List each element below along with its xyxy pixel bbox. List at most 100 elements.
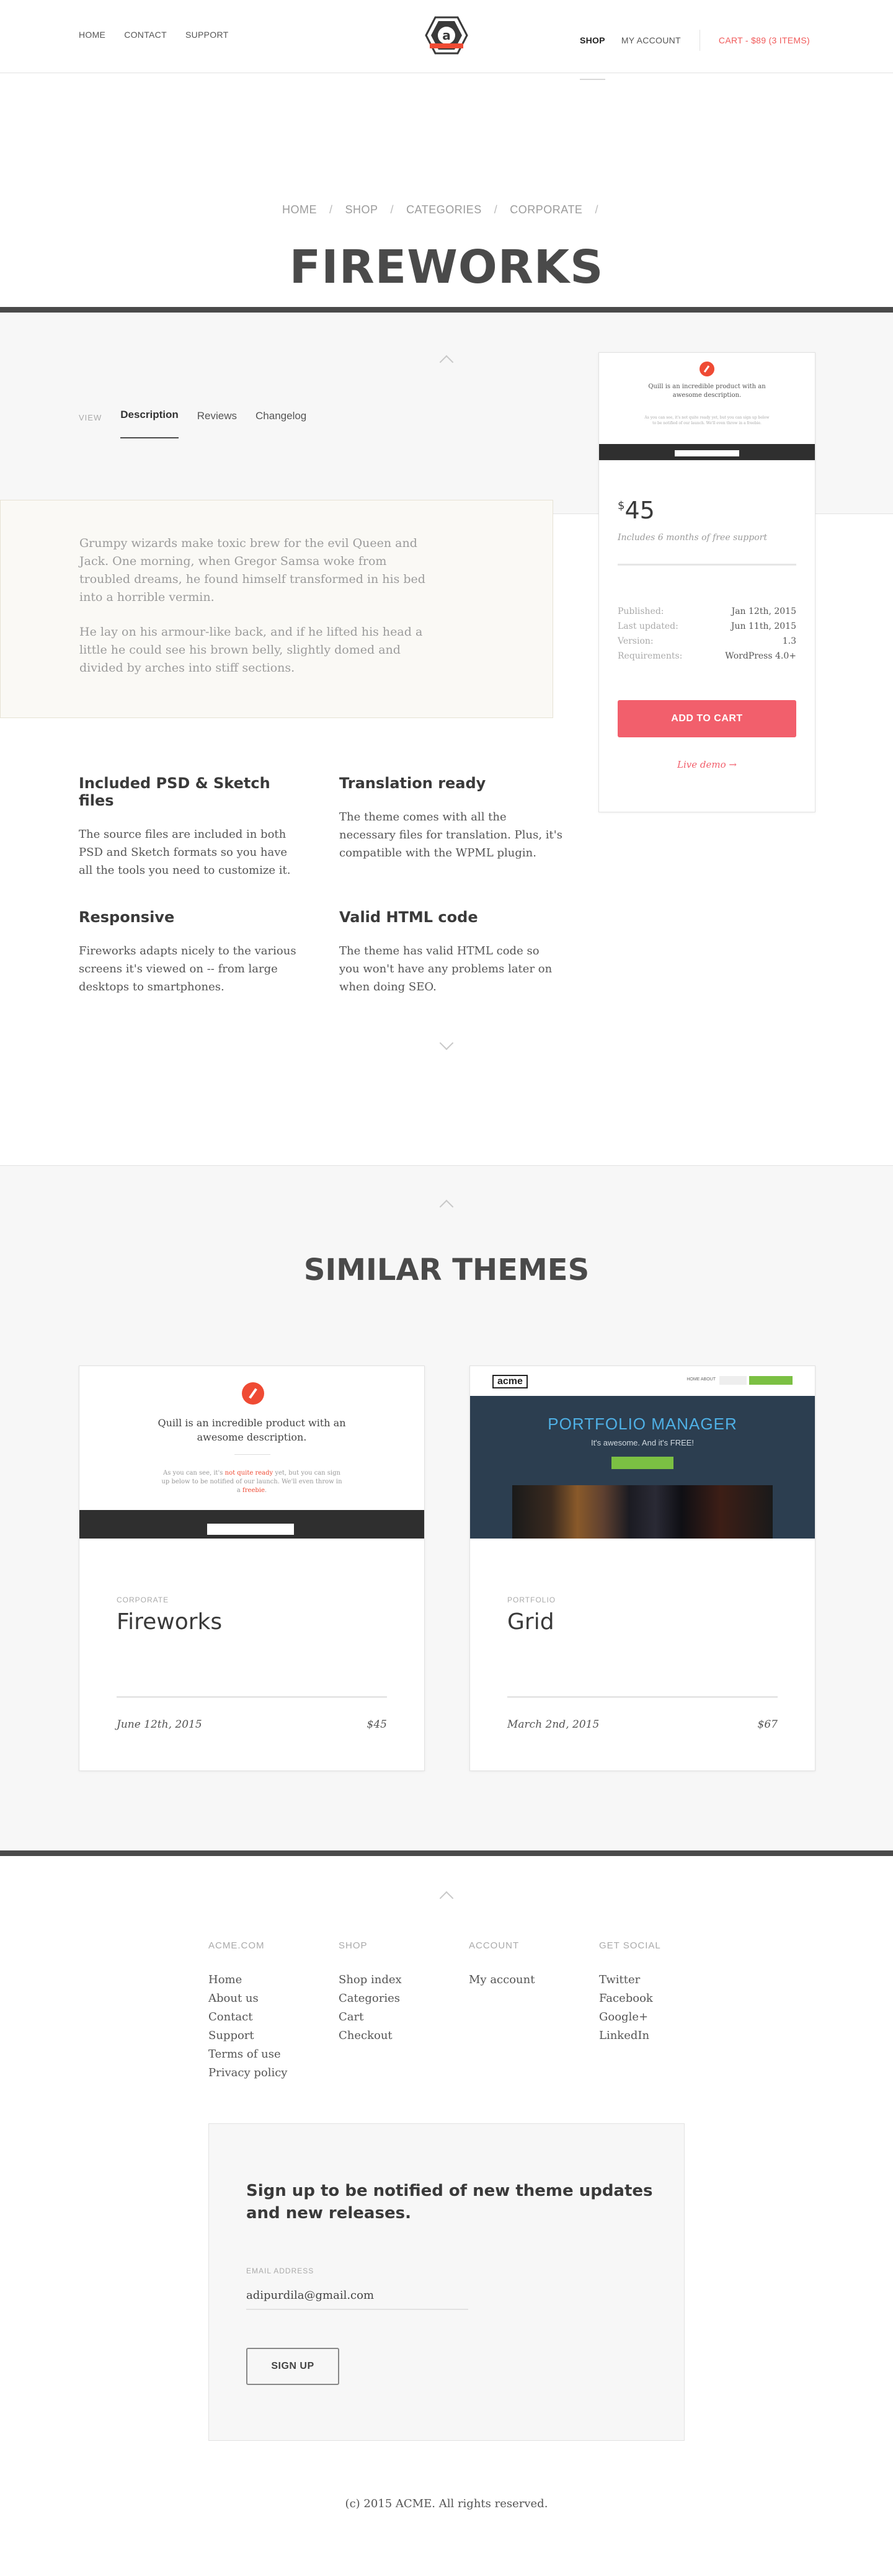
theme-screenshot: Quill is an incredible product with an a… (79, 1366, 424, 1539)
screenshot-logo: acme (492, 1375, 528, 1388)
newsletter-signup: Sign up to be notified of new theme upda… (208, 2123, 685, 2441)
pen-icon (242, 1382, 264, 1405)
nav-my-account-link[interactable]: MY ACCOUNT (621, 35, 681, 45)
breadcrumb-categories[interactable]: CATEGORIES (406, 203, 482, 216)
meta-value: WordPress 4.0+ (725, 651, 796, 661)
product-meta: Published: Jan 12th, 2015 Last updated: Ju… (618, 604, 796, 664)
footer-link[interactable]: My account (469, 1971, 599, 1989)
breadcrumb-corporate[interactable]: CORPORATE (510, 203, 582, 216)
acme-logo-icon[interactable]: a (425, 16, 468, 55)
divider (618, 564, 796, 566)
email-label: EMAIL ADDRESS (246, 2267, 314, 2275)
screenshot-login (719, 1376, 747, 1385)
feature-item: Valid HTML code The theme has valid HTML… (339, 908, 562, 996)
chevron-up-icon[interactable] (439, 1891, 454, 1906)
footer-column-acme: ACME.COM Home About us Contact Support T… (208, 1940, 339, 2082)
chevron-up-icon[interactable] (439, 1199, 454, 1214)
meta-row: Last updated: Jun 11th, 2015 (618, 619, 796, 634)
meta-key: Published: (618, 606, 664, 616)
meta-key: Last updated: (618, 621, 678, 631)
thumbnail-subtitle: As you can see, it's not quite ready yet… (644, 415, 770, 425)
footer-link[interactable]: Privacy policy (208, 2064, 339, 2082)
footer-link[interactable]: Cart (339, 2008, 469, 2027)
feature-title: Translation ready (339, 775, 486, 792)
footer-link[interactable]: Terms of use (208, 2045, 339, 2064)
site-footer: ACME.COM Home About us Contact Support T… (0, 1856, 893, 2576)
nav-support-link[interactable]: SUPPORT (185, 30, 229, 40)
feature-item: Included PSD & Sketch files The source f… (79, 775, 302, 879)
tab-changelog[interactable]: Changelog (255, 410, 306, 438)
theme-card-grid[interactable]: acme HOME ABOUT PORTFOLIO MANAGER It's a… (469, 1366, 815, 1771)
footer-link[interactable]: About us (208, 1989, 339, 2008)
footer-link[interactable]: Google+ (599, 2008, 729, 2027)
feature-title: Valid HTML code (339, 908, 478, 926)
footer-columns: ACME.COM Home About us Contact Support T… (208, 1940, 729, 2082)
footer-link[interactable]: LinkedIn (599, 2027, 729, 2045)
screenshot-heading: PORTFOLIO MANAGER (548, 1415, 737, 1433)
top-navigation: HOME CONTACT SUPPORT a SHOP MY ACCOUNT C… (0, 0, 893, 80)
breadcrumb-shop[interactable]: SHOP (345, 203, 378, 216)
footer-link[interactable]: Categories (339, 1989, 469, 2008)
signup-heading: Sign up to be notified of new theme upda… (246, 2182, 653, 2223)
chevron-down-icon[interactable] (439, 1036, 454, 1050)
footer-link[interactable]: Facebook (599, 1989, 729, 2008)
theme-card-fireworks[interactable]: Quill is an incredible product with an a… (79, 1366, 425, 1771)
screenshot-menu: HOME ABOUT (686, 1377, 716, 1382)
email-field[interactable] (246, 2281, 468, 2310)
section-title: SIMILAR THEMES (303, 1253, 590, 1287)
add-to-cart-button[interactable]: ADD TO CART (618, 700, 796, 737)
breadcrumb-home[interactable]: HOME (282, 203, 317, 216)
theme-name[interactable]: Grid (507, 1609, 554, 1635)
meta-row: Requirements: WordPress 4.0+ (618, 649, 796, 664)
live-demo-link[interactable]: Live demo → (599, 759, 815, 770)
product-detail: VIEW Description Reviews Changelog Grump… (0, 313, 893, 1165)
meta-row: Published: Jan 12th, 2015 (618, 604, 796, 619)
product-card: Quill is an incredible product with an a… (598, 352, 815, 812)
theme-price: $67 (757, 1718, 778, 1731)
support-note: Includes 6 months of free support (618, 533, 767, 543)
meta-value: Jan 12th, 2015 (731, 606, 796, 616)
footer-link[interactable]: Checkout (339, 2027, 469, 2045)
footer-link[interactable]: Contact (208, 2008, 339, 2027)
footer-link[interactable]: Support (208, 2027, 339, 2045)
product-thumbnail[interactable]: Quill is an incredible product with an a… (599, 353, 815, 461)
logo-letter: a (442, 28, 451, 43)
tab-reviews[interactable]: Reviews (197, 410, 237, 438)
nav-home-link[interactable]: HOME (79, 30, 105, 40)
screenshot-nav: acme HOME ABOUT (470, 1366, 815, 1396)
sign-up-button[interactable]: SIGN UP (246, 2348, 339, 2385)
nav-cart-link[interactable]: CART - $89 (3 ITEMS) (719, 35, 810, 45)
nav-shop-link[interactable]: SHOP (579, 35, 605, 80)
theme-name[interactable]: Fireworks (117, 1609, 222, 1635)
feature-item: Responsive Fireworks adapts nicely to th… (79, 908, 302, 996)
footer-column-title: ACME.COM (208, 1940, 265, 1951)
footer-column-title: ACCOUNT (469, 1940, 520, 1951)
meta-key: Requirements: (618, 651, 683, 661)
description-paragraph: He lay on his armour-like back, and if h… (79, 625, 423, 675)
primary-nav: HOME CONTACT SUPPORT (79, 30, 228, 40)
tab-description[interactable]: Description (120, 409, 179, 438)
footer-column-title: SHOP (339, 1940, 368, 1951)
nav-contact-link[interactable]: CONTACT (124, 30, 167, 40)
footer-column-shop: SHOP Shop index Categories Cart Checkout (339, 1940, 469, 2082)
footer-link[interactable]: Home (208, 1971, 339, 1989)
copyright: (c) 2015 ACME. All rights reserved. (345, 2497, 548, 2510)
footer-link[interactable]: Shop index (339, 1971, 469, 1989)
feature-item: Translation ready The theme comes with a… (339, 775, 562, 862)
screenshot-title: Quill is an incredible product with an a… (158, 1417, 346, 1443)
chevron-up-icon[interactable] (439, 355, 454, 370)
footer-link[interactable]: Twitter (599, 1971, 729, 1989)
feature-text: Fireworks adapts nicely to the various s… (79, 944, 296, 993)
product-price: $45 (618, 497, 655, 524)
meta-key: Version: (618, 636, 654, 646)
breadcrumb-separator: / (390, 203, 394, 216)
meta-value: Jun 11th, 2015 (731, 621, 796, 631)
theme-date: June 12th, 2015 (117, 1718, 202, 1731)
footer-column-account: ACCOUNT My account (469, 1940, 599, 2082)
theme-category: CORPORATE (117, 1596, 169, 1604)
screenshot-footer (79, 1510, 424, 1539)
footer-column-title: GET SOCIAL (599, 1940, 661, 1951)
theme-price: $45 (367, 1718, 387, 1731)
screenshot-subtitle: As you can see, it's not quite ready yet… (161, 1470, 342, 1494)
breadcrumb-separator: / (329, 203, 333, 216)
